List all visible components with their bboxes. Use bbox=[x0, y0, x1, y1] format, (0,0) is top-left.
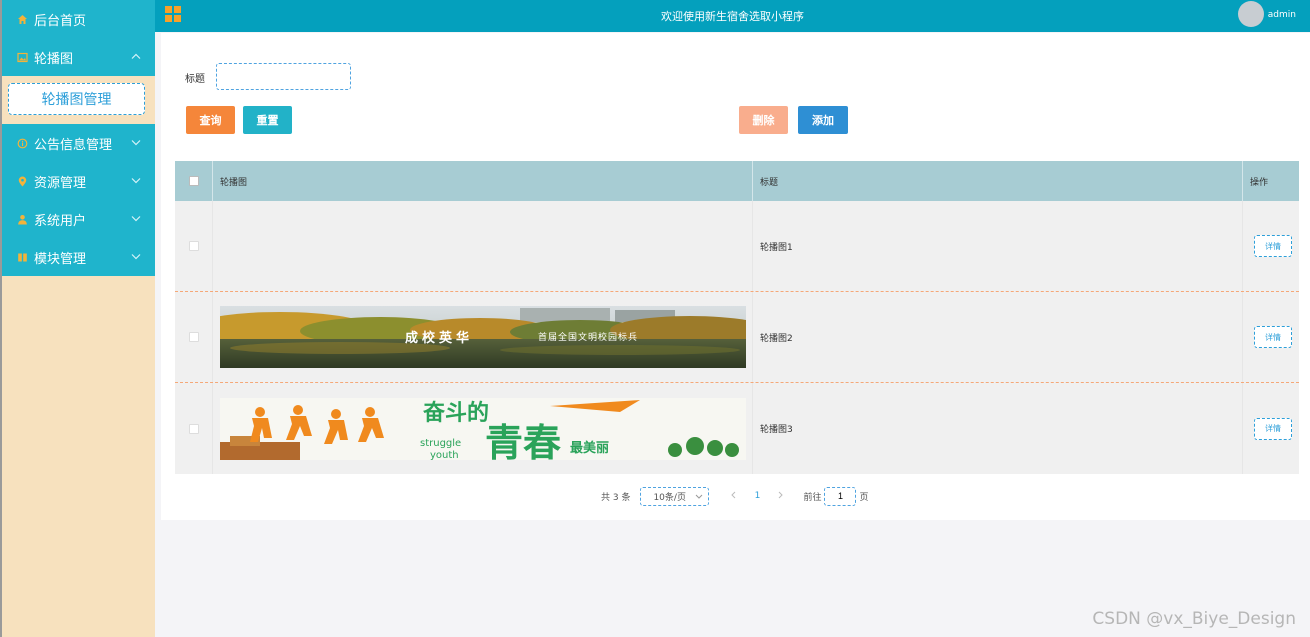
query-button[interactable]: 查询 bbox=[186, 106, 235, 134]
sidebar-subitem-carousel-manage[interactable]: 轮播图管理 bbox=[8, 83, 145, 115]
delete-button[interactable]: 删除 bbox=[739, 106, 788, 134]
column-header-image[interactable]: 轮播图 bbox=[213, 161, 753, 201]
campus-banner-image: 成校英华 首届全国文明校园标兵 bbox=[220, 306, 746, 368]
row-actions: 详情 bbox=[1243, 292, 1299, 382]
row-checkbox[interactable] bbox=[188, 423, 199, 434]
chevron-down-icon bbox=[131, 176, 141, 187]
chevron-down-icon bbox=[131, 252, 141, 263]
select-all-cell bbox=[175, 161, 213, 201]
sidebar-item-carousel[interactable]: 轮播图 bbox=[2, 38, 155, 76]
chevron-down-icon bbox=[695, 492, 703, 501]
row-image-cell: 成校英华 首届全国文明校园标兵 bbox=[213, 292, 753, 382]
svg-text:奋斗的: 奋斗的 bbox=[422, 400, 489, 426]
sidebar-item-modules[interactable]: 模块管理 bbox=[2, 238, 155, 276]
chevron-up-icon bbox=[131, 52, 141, 63]
sidebar-item-resources[interactable]: 资源管理 bbox=[2, 162, 155, 200]
sidebar-menu-top: 后台首页 轮播图 bbox=[2, 0, 155, 76]
row-title: 轮播图2 bbox=[753, 292, 1243, 382]
username[interactable]: admin bbox=[1268, 10, 1296, 20]
goto-label: 前往 bbox=[803, 492, 822, 503]
search-title-input[interactable] bbox=[216, 63, 351, 90]
goto-page-input[interactable] bbox=[824, 486, 857, 506]
row-image-cell: 奋斗的 青春 最美丽 struggle youth bbox=[213, 383, 753, 474]
add-button[interactable]: 添加 bbox=[798, 106, 848, 134]
youth-banner-image: 奋斗的 青春 最美丽 struggle youth bbox=[220, 397, 746, 460]
pagination-total: 共 3 条 bbox=[601, 492, 631, 503]
info-icon bbox=[16, 137, 28, 149]
sidebar-item-label: 公告信息管理 bbox=[34, 137, 113, 153]
svg-text:成校英华: 成校英华 bbox=[405, 330, 473, 346]
svg-text:youth: youth bbox=[430, 450, 459, 460]
svg-text:struggle: struggle bbox=[420, 438, 461, 449]
sidebar: 后台首页 轮播图 轮播图管理 公告信息管理 资源管理 系统用户 模块管理 bbox=[2, 0, 155, 637]
row-checkbox[interactable] bbox=[188, 332, 199, 342]
row-checkbox[interactable] bbox=[188, 241, 199, 251]
avatar[interactable] bbox=[1238, 1, 1264, 27]
row-actions: 详情 bbox=[1243, 383, 1299, 474]
submenu-container: 轮播图管理 bbox=[2, 76, 155, 124]
prev-page-icon[interactable] bbox=[723, 491, 743, 502]
sidebar-item-users[interactable]: 系统用户 bbox=[2, 200, 155, 238]
sidebar-menu-bottom: 公告信息管理 资源管理 系统用户 模块管理 bbox=[2, 124, 155, 276]
carousel-table: 轮播图 标题 操作 轮播图1 详情 成校英华 首届全国文明校园标兵 轮播图2 详… bbox=[175, 161, 1299, 474]
watermark: CSDN @vx_Biye_Design bbox=[1092, 609, 1296, 629]
detail-button[interactable]: 详情 bbox=[1254, 417, 1292, 440]
page-size-select[interactable]: 10条/页 bbox=[640, 486, 710, 506]
next-page-icon[interactable] bbox=[771, 491, 791, 502]
sidebar-item-label: 模块管理 bbox=[34, 251, 87, 267]
chevron-down-icon bbox=[131, 214, 141, 225]
table-header: 轮播图 标题 操作 bbox=[175, 161, 1299, 201]
sidebar-item-notice[interactable]: 公告信息管理 bbox=[2, 124, 155, 162]
pagination: 共 3 条 10条/页 1 前往 页 bbox=[601, 486, 868, 506]
row-title: 轮播图3 bbox=[753, 383, 1243, 474]
table-row: 成校英华 首届全国文明校园标兵 轮播图2 详情 bbox=[175, 292, 1299, 383]
row-select-cell bbox=[175, 292, 213, 382]
svg-text:青春: 青春 bbox=[485, 421, 561, 460]
detail-button[interactable]: 详情 bbox=[1254, 326, 1292, 348]
sidebar-item-label: 资源管理 bbox=[34, 175, 87, 191]
sidebar-item-home[interactable]: 后台首页 bbox=[2, 0, 155, 38]
page-size-value: 10条/页 bbox=[653, 492, 686, 503]
reset-button[interactable]: 重置 bbox=[243, 106, 292, 134]
image-icon bbox=[16, 51, 28, 63]
chevron-down-icon bbox=[131, 138, 141, 149]
search-title-label: 标题 bbox=[185, 74, 205, 85]
sidebar-item-label: 系统用户 bbox=[34, 213, 87, 229]
row-select-cell bbox=[175, 201, 213, 291]
home-icon bbox=[16, 13, 28, 25]
svg-text:最美丽: 最美丽 bbox=[570, 440, 609, 456]
table-row: 轮播图1 详情 bbox=[175, 201, 1299, 292]
row-title: 轮播图1 bbox=[753, 201, 1243, 291]
page-number[interactable]: 1 bbox=[747, 491, 767, 501]
detail-button[interactable]: 详情 bbox=[1254, 235, 1292, 257]
location-icon bbox=[16, 175, 28, 187]
table-row: 奋斗的 青春 最美丽 struggle youth 轮播图3 详情 bbox=[175, 383, 1299, 474]
top-header: 欢迎使用新生宿舍选取小程序 admin bbox=[155, 0, 1310, 32]
column-header-actions: 操作 bbox=[1250, 177, 1269, 188]
page-unit-label: 页 bbox=[859, 492, 869, 503]
user-icon bbox=[16, 213, 28, 225]
row-image-cell bbox=[213, 201, 753, 291]
row-select-cell bbox=[175, 383, 213, 474]
page-title: 欢迎使用新生宿舍选取小程序 bbox=[661, 10, 804, 23]
module-icon bbox=[16, 251, 28, 263]
row-actions: 详情 bbox=[1243, 201, 1299, 291]
sidebar-item-label: 后台首页 bbox=[34, 13, 87, 29]
select-all-checkbox[interactable] bbox=[188, 176, 199, 186]
svg-text:首届全国文明校园标兵: 首届全国文明校园标兵 bbox=[538, 331, 638, 343]
column-header-title[interactable]: 标题 bbox=[753, 161, 1243, 201]
main-content: 标题 查询 重置 删除 添加 轮播图 标题 操作 轮播图1 详情 成校英华 首届… bbox=[161, 33, 1310, 520]
sidebar-item-label: 轮播图 bbox=[34, 51, 74, 67]
